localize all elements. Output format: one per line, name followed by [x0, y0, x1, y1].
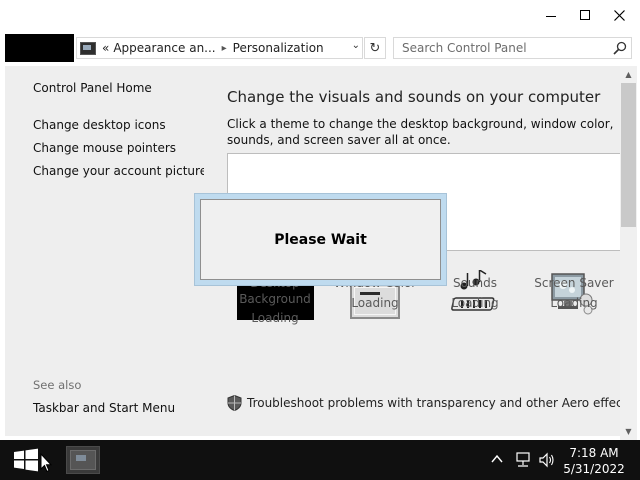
troubleshoot-link[interactable]: Troubleshoot problems with transparency … [227, 395, 634, 411]
control-panel-taskbar-button[interactable] [66, 446, 100, 474]
clock-date: 5/31/2022 [563, 462, 625, 476]
search-input[interactable]: Search Control Panel [393, 37, 632, 59]
minimize-button[interactable] [534, 0, 568, 30]
windows-logo-icon [14, 448, 38, 472]
screen-saver-label: Screen Saver [534, 276, 614, 290]
address-overflow-chevron[interactable]: « [102, 41, 109, 55]
taskbar-start-menu-link[interactable]: Taskbar and Start Menu [33, 401, 175, 415]
see-also-heading: See also [33, 378, 82, 392]
clock-time: 7:18 AM [569, 446, 619, 460]
refresh-button[interactable]: ↻ [364, 37, 386, 59]
breadcrumb-personalization[interactable]: Personalization [233, 41, 324, 55]
scroll-down-icon: ▼ [625, 427, 632, 436]
control-panel-home-link[interactable]: Control Panel Home [33, 81, 152, 95]
window-color-status: Loading [351, 295, 399, 310]
volume-icon[interactable] [538, 452, 556, 468]
close-button[interactable] [602, 0, 636, 30]
address-bar[interactable]: « Appearance an... ▸ Personalization ⌄ [76, 37, 363, 59]
refresh-icon: ↻ [369, 40, 381, 56]
control-panel-taskbar-icon [70, 450, 96, 470]
maximize-button[interactable] [568, 0, 602, 30]
desktop-background-status: Loading [251, 311, 299, 325]
title-bar [0, 0, 640, 30]
close-icon [613, 9, 625, 21]
page-description: Click a theme to change the desktop back… [227, 117, 614, 147]
taskbar: 7:18 AM 5/31/2022 [0, 440, 640, 480]
desktop-background-label-2: Background [239, 291, 311, 306]
scroll-up-icon: ▲ [625, 70, 632, 79]
taskbar-clock[interactable]: 7:18 AM 5/31/2022 [560, 445, 628, 477]
change-mouse-pointers-link[interactable]: Change mouse pointers [33, 141, 176, 155]
please-wait-message: Please Wait [200, 199, 441, 280]
breadcrumb-appearance[interactable]: Appearance an... [113, 41, 215, 55]
vertical-scrollbar[interactable]: ▲ ▼ [620, 66, 637, 440]
navigation-bar: « Appearance an... ▸ Personalization ⌄ ↻… [0, 30, 640, 64]
sounds-status: Loading [451, 295, 499, 310]
show-hidden-icons-chevron-icon[interactable] [490, 452, 504, 466]
search-placeholder: Search Control Panel [402, 41, 527, 55]
address-dropdown-icon[interactable]: ⌄ [352, 40, 360, 51]
page-title: Change the visuals and sounds on your co… [227, 88, 601, 106]
start-button[interactable] [12, 448, 40, 472]
scroll-down-button[interactable]: ▼ [620, 423, 637, 440]
minimize-icon [546, 15, 556, 17]
scroll-thumb[interactable] [621, 83, 636, 227]
maximize-icon [580, 10, 590, 20]
troubleshoot-label: Troubleshoot problems with transparency … [247, 396, 634, 410]
shield-icon [227, 395, 242, 411]
screen-saver-status: Loading [550, 295, 598, 310]
control-panel-icon [80, 41, 96, 55]
network-icon[interactable] [514, 452, 532, 468]
redacted-navigation-buttons [5, 34, 74, 62]
personalization-window: « Appearance an... ▸ Personalization ⌄ ↻… [0, 0, 640, 480]
breadcrumb-separator-icon[interactable]: ▸ [222, 43, 227, 54]
scroll-up-button[interactable]: ▲ [620, 66, 637, 83]
screen-saver-item[interactable]: Screen Saver Loading [524, 276, 624, 310]
please-wait-dialog: Please Wait [194, 193, 447, 286]
task-pane: Control Panel Home Change desktop icons … [5, 66, 207, 436]
change-desktop-icons-link[interactable]: Change desktop icons [33, 118, 166, 132]
mouse-pointer-icon [40, 453, 52, 473]
search-icon[interactable] [613, 41, 627, 55]
change-account-picture-link[interactable]: Change your account picture [33, 164, 207, 178]
